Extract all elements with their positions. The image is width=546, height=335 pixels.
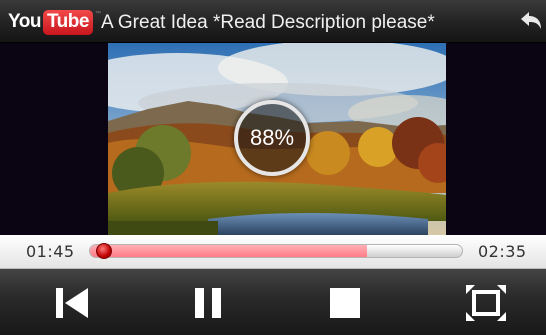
logo-tube-text: Tube	[42, 9, 93, 35]
previous-button[interactable]	[48, 281, 96, 325]
buffer-percent: 88%	[249, 125, 295, 150]
fullscreen-icon	[466, 285, 506, 321]
stop-button[interactable]	[321, 281, 369, 325]
title-bar: You Tube ™ A Great Idea *Read Descriptio…	[0, 0, 546, 43]
total-time: 02:35	[478, 242, 527, 261]
logo-you-text: You	[8, 11, 41, 32]
playback-controls	[0, 269, 546, 335]
fullscreen-button[interactable]	[462, 281, 510, 325]
seek-track[interactable]	[89, 244, 463, 258]
pause-button[interactable]	[184, 281, 232, 325]
video-title: A Great Idea *Read Description please*	[101, 12, 435, 33]
back-arrow-icon[interactable]	[520, 11, 542, 31]
current-time: 01:45	[26, 242, 75, 261]
youtube-logo: You Tube ™	[8, 9, 101, 35]
skip-previous-icon	[56, 288, 88, 318]
seek-buffered-fill	[90, 245, 368, 257]
pause-icon	[195, 288, 221, 318]
stop-icon	[330, 288, 360, 318]
